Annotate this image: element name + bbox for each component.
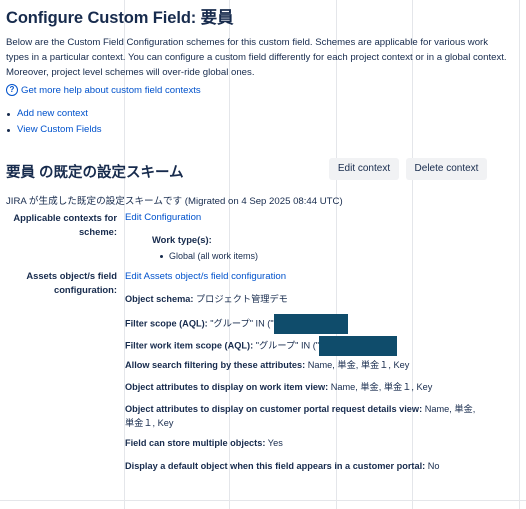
- applicable-contexts-label: Applicable contexts for scheme:: [13, 212, 117, 237]
- filter-scope-row: Filter scope (AQL): "グループ" IN (": [125, 314, 515, 334]
- work-item-view-attributes-row: Object attributes to display on work ite…: [125, 382, 433, 392]
- add-new-context-link[interactable]: Add new context: [6, 106, 102, 122]
- bullet: [7, 128, 10, 132]
- bullet: [7, 112, 10, 116]
- page-description: Below are the Custom Field Configuration…: [6, 37, 507, 78]
- edit-configuration-link[interactable]: Edit Configuration: [125, 212, 201, 223]
- work-types-label: Work type(s):: [152, 234, 212, 245]
- help-link[interactable]: ? Get more help about custom field conte…: [6, 84, 201, 96]
- assets-config-label: Assets object/s field configuration:: [26, 270, 117, 295]
- scheme-title: 要員 の既定の設定スキーム: [6, 165, 184, 181]
- work-type-item: Global (all work items): [160, 251, 258, 261]
- object-schema-row: Object schema: プロジェクト管理デモ: [125, 294, 288, 304]
- portal-attributes-row: Object attributes to display on customer…: [125, 404, 476, 428]
- created-note: JIRA が生成した既定の設定スキームです (Migrated on 4 Sep…: [6, 196, 343, 207]
- view-custom-fields-link[interactable]: View Custom Fields: [6, 122, 102, 138]
- help-link-label: Get more help about custom field context…: [21, 84, 201, 96]
- search-filter-attributes-row: Allow search filtering by these attribut…: [125, 360, 410, 370]
- filter-work-item-scope-row: Filter work item scope (AQL): "グループ" IN …: [125, 336, 515, 356]
- edit-assets-config-link[interactable]: Edit Assets object/s field configuration: [125, 271, 286, 282]
- page-title: Configure Custom Field: 要員: [6, 9, 234, 27]
- bullet: [160, 254, 163, 258]
- custom-field-config-page: Configure Custom Field: 要員 Below are the…: [0, 0, 526, 509]
- multiple-objects-row: Field can store multiple objects: Yes: [125, 438, 283, 448]
- question-icon: ?: [6, 84, 18, 96]
- default-object-row: Display a default object when this field…: [125, 461, 440, 471]
- edit-context-button[interactable]: Edit context: [329, 158, 399, 180]
- delete-context-button[interactable]: Delete context: [406, 158, 487, 180]
- redacted-block: [319, 336, 398, 356]
- action-links: Add new context View Custom Fields: [6, 106, 102, 138]
- redacted-block: [273, 314, 348, 334]
